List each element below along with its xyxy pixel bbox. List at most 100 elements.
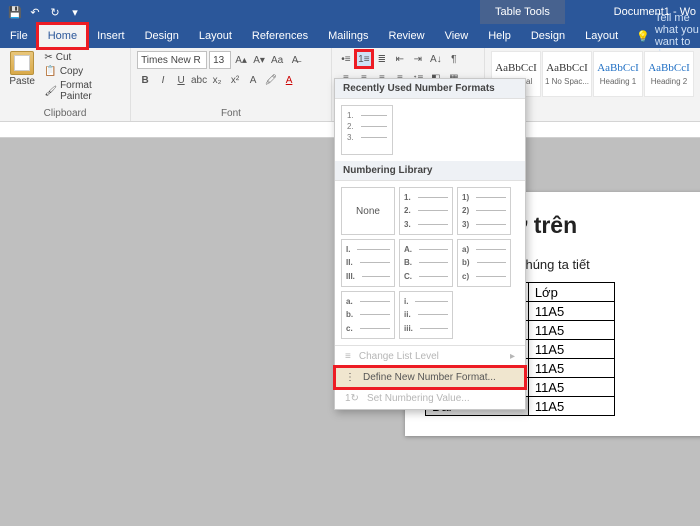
- italic-button[interactable]: I: [155, 72, 171, 88]
- dd-option[interactable]: I.II.III.: [341, 239, 395, 287]
- qat-more-icon[interactable]: ▾: [66, 3, 84, 21]
- show-marks-button[interactable]: ¶: [446, 51, 462, 67]
- style-label: 1 No Spac...: [545, 77, 589, 86]
- document-name: Document1 - Wo: [614, 0, 696, 24]
- dd-option-none[interactable]: None: [341, 187, 395, 235]
- style-heading2[interactable]: AaBbCcIHeading 2: [644, 51, 694, 97]
- strike-button[interactable]: abc: [191, 72, 207, 88]
- dd-option[interactable]: a)b)c): [457, 239, 511, 287]
- tab-layout[interactable]: Layout: [189, 24, 242, 48]
- text-effects-button[interactable]: A: [245, 72, 261, 88]
- font-name-combo[interactable]: Times New R: [137, 51, 207, 69]
- table-cell[interactable]: 11A5: [528, 378, 614, 397]
- tab-mailings[interactable]: Mailings: [318, 24, 378, 48]
- table-cell[interactable]: 11A5: [528, 340, 614, 359]
- paste-button[interactable]: Paste: [6, 51, 38, 103]
- undo-icon[interactable]: ↶: [26, 3, 44, 21]
- table-cell[interactable]: 11A5: [528, 321, 614, 340]
- format-painter-button[interactable]: 🖌Format Painter: [42, 79, 124, 103]
- dd-recent-header: Recently Used Number Formats: [335, 79, 525, 99]
- dd-num: 1): [462, 193, 469, 202]
- table-header[interactable]: Lớp: [528, 283, 614, 302]
- dd-option[interactable]: i.ii.iii.: [399, 291, 453, 339]
- dd-num: A.: [404, 245, 412, 254]
- dd-library-header: Numbering Library: [335, 161, 525, 181]
- table-cell[interactable]: 11A5: [528, 302, 614, 321]
- style-label: Heading 1: [600, 77, 636, 86]
- cut-button[interactable]: ✂Cut: [42, 51, 124, 64]
- dd-num: 2.: [404, 206, 411, 215]
- dd-num: 3): [462, 220, 469, 229]
- tab-home[interactable]: Home: [38, 24, 87, 48]
- style-heading1[interactable]: AaBbCcIHeading 1: [593, 51, 643, 97]
- dd-option[interactable]: a.b.c.: [341, 291, 395, 339]
- save-icon[interactable]: 💾: [6, 3, 24, 21]
- underline-button[interactable]: U: [173, 72, 189, 88]
- grow-font-button[interactable]: A▴: [233, 52, 249, 68]
- chevron-right-icon: ▸: [510, 351, 515, 362]
- style-nospacing[interactable]: AaBbCcI1 No Spac...: [542, 51, 592, 97]
- group-font: Times New R 13 A▴ A▾ Aa A̶ B I U abc x₂ …: [131, 48, 332, 121]
- dd-num: 2.: [347, 121, 354, 132]
- shrink-font-button[interactable]: A▾: [251, 52, 267, 68]
- group-clipboard: Paste ✂Cut 📋Copy 🖌Format Painter Clipboa…: [0, 48, 131, 121]
- dd-num: II.: [346, 258, 353, 267]
- bold-button[interactable]: B: [137, 72, 153, 88]
- table-cell[interactable]: 11A5: [528, 397, 614, 416]
- clear-format-button[interactable]: A̶: [287, 52, 303, 68]
- copy-button[interactable]: 📋Copy: [42, 65, 124, 78]
- tab-view[interactable]: View: [435, 24, 479, 48]
- brush-icon: 🖌: [44, 86, 57, 97]
- clipboard-group-label: Clipboard: [6, 108, 124, 120]
- tab-references[interactable]: References: [242, 24, 318, 48]
- redo-icon[interactable]: ↻: [46, 3, 64, 21]
- dd-option[interactable]: A.B.C.: [399, 239, 453, 287]
- tab-review[interactable]: Review: [379, 24, 435, 48]
- font-color-button[interactable]: A: [281, 72, 297, 88]
- title-bar: 💾 ↶ ↻ ▾ Table Tools Document1 - Wo: [0, 0, 700, 24]
- dd-num: 1.: [347, 110, 354, 121]
- dd-library-grid: None 1.2.3. 1)2)3) I.II.III. A.B.C. a)b)…: [335, 181, 525, 345]
- cut-label: Cut: [56, 52, 72, 63]
- define-icon: ⋮: [345, 372, 355, 383]
- font-group-label: Font: [137, 108, 325, 120]
- format-painter-label: Format Painter: [60, 80, 122, 102]
- lightbulb-icon: 💡: [636, 30, 650, 43]
- dd-num: C.: [404, 272, 412, 281]
- style-preview: AaBbCcI: [648, 62, 690, 74]
- tab-insert[interactable]: Insert: [87, 24, 135, 48]
- dd-num: 3.: [404, 220, 411, 229]
- outdent-button[interactable]: ⇤: [392, 51, 408, 67]
- dd-num: 2): [462, 206, 469, 215]
- dd-num: ii.: [404, 310, 411, 319]
- paste-icon: [10, 51, 34, 75]
- dd-define-new-format[interactable]: ⋮ Define New Number Format...: [335, 367, 525, 388]
- dd-item-label: Define New Number Format...: [363, 372, 496, 383]
- tab-help[interactable]: Help: [478, 24, 521, 48]
- dd-change-list-level: ≡Change List Level▸: [335, 346, 525, 367]
- dd-num: a): [462, 245, 469, 254]
- numbering-dropdown: Recently Used Number Formats 1. 2. 3. Nu…: [334, 78, 526, 410]
- tab-tt-layout[interactable]: Layout: [575, 24, 628, 48]
- dd-option[interactable]: 1.2.3.: [399, 187, 453, 235]
- table-cell[interactable]: 11A5: [528, 359, 614, 378]
- font-size-combo[interactable]: 13: [209, 51, 231, 69]
- bullets-button[interactable]: •≡: [338, 51, 354, 67]
- copy-icon: 📋: [44, 66, 56, 77]
- table-tools-label: Table Tools: [480, 0, 565, 24]
- subscript-button[interactable]: x₂: [209, 72, 225, 88]
- sort-button[interactable]: A↓: [428, 51, 444, 67]
- dd-num: i.: [404, 297, 408, 306]
- dd-recent-option[interactable]: 1. 2. 3.: [341, 105, 393, 155]
- indent-button[interactable]: ⇥: [410, 51, 426, 67]
- multilevel-button[interactable]: ≣: [374, 51, 390, 67]
- dd-num: b.: [346, 310, 353, 319]
- tab-file[interactable]: File: [0, 24, 38, 48]
- highlight-button[interactable]: 🖍: [263, 72, 279, 88]
- dd-option[interactable]: 1) 2) 3): [457, 187, 511, 235]
- tab-tt-design[interactable]: Design: [521, 24, 575, 48]
- tab-design[interactable]: Design: [135, 24, 189, 48]
- change-case-button[interactable]: Aa: [269, 52, 285, 68]
- numbering-button[interactable]: 1≡: [356, 51, 372, 67]
- superscript-button[interactable]: x²: [227, 72, 243, 88]
